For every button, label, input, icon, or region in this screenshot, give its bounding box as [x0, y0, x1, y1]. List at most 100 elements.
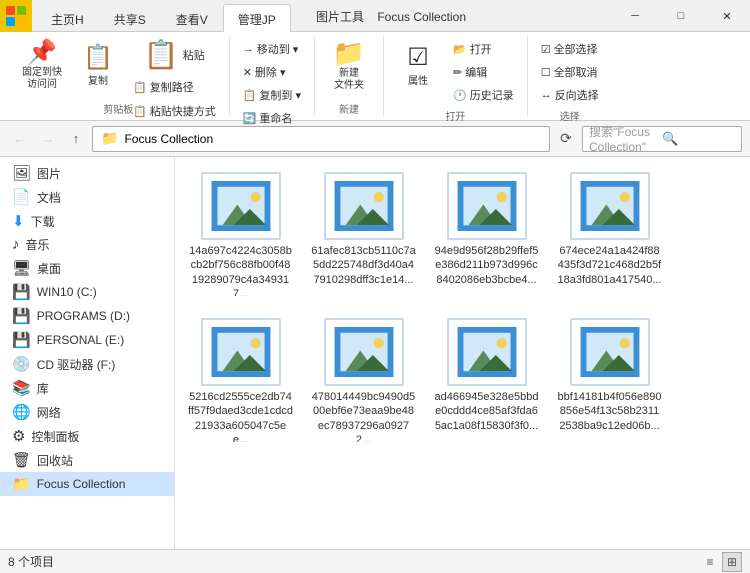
organize-col1: → 移动到 ▾ ✕ 删除 ▾ 📋 复制到 ▾ 🔄 重命名	[238, 36, 306, 129]
file-item-file7[interactable]: ad466945e328e5bbde0cddd4ce85af3fda65ac1a…	[429, 311, 544, 449]
tab-share[interactable]: 共享S	[99, 4, 161, 32]
open-file-button[interactable]: 📂 打开	[448, 38, 519, 60]
sidebar-item-controlpanel[interactable]: ⚙ 控制面板	[0, 424, 174, 448]
up-button[interactable]: ↑	[64, 127, 88, 151]
file-icon-file4	[570, 172, 650, 240]
pin-label: 固定到快访问问	[22, 67, 62, 91]
back-button[interactable]: ←	[8, 127, 32, 151]
file-item-file4[interactable]: 674ece24a1a424f88435f3d721c468d2b5f18a3f…	[552, 165, 667, 303]
path-folder-icon: 📁	[101, 130, 118, 147]
organize-group: → 移动到 ▾ ✕ 删除 ▾ 📋 复制到 ▾ 🔄 重命名	[230, 36, 315, 116]
sidebar-item-c[interactable]: 💾 WIN10 (C:)	[0, 280, 174, 304]
edit-button[interactable]: ✏ 编辑	[448, 61, 519, 83]
file-name-file3: 94e9d956f28b29ffef5e386d211b973d996c8402…	[434, 244, 539, 287]
control-icon: ⚙	[12, 427, 25, 445]
move-icon: →	[243, 43, 254, 55]
sidebar-item-e[interactable]: 💾 PERSONAL (E:)	[0, 328, 174, 352]
new-label: 新建	[339, 99, 359, 116]
select-col: ☑ 全部选择 ☐ 全部取消 ↔ 反向选择	[536, 36, 604, 106]
sidebar-label-music: 音乐	[26, 236, 50, 253]
sidebar-item-downloads[interactable]: ⬇ 下载	[0, 209, 174, 233]
paste-icon: 📋	[144, 41, 179, 69]
address-bar: ← → ↑ 📁 Focus Collection ⟳ 搜索"Focus Coll…	[0, 121, 750, 157]
history-button[interactable]: 🕐 历史记录	[448, 84, 519, 106]
sidebar-label-focus: Focus Collection	[37, 477, 126, 491]
new-folder-icon: 📁	[333, 40, 365, 66]
open-label: 打开	[445, 106, 465, 123]
tab-manage[interactable]: 管理JP	[223, 4, 291, 32]
paste-shortcut-label: 粘贴快捷方式	[150, 103, 216, 119]
file-item-file6[interactable]: 478014449bc9490d500ebf6e73eaa9be48ec7893…	[306, 311, 421, 449]
sidebar-item-pictures[interactable]: 🖼 图片	[0, 161, 174, 185]
file-item-file8[interactable]: bbf14181b4f056e890856e54f13c58b23112538b…	[552, 311, 667, 449]
sidebar-item-desktop[interactable]: 🖥 桌面	[0, 256, 174, 280]
sidebar-item-network[interactable]: 🌐 网络	[0, 400, 174, 424]
copy-path-button[interactable]: 📋 复制路径	[128, 76, 221, 98]
delete-icon: ✕	[243, 66, 252, 79]
file-icon-file6	[324, 318, 404, 386]
sidebar-item-docs[interactable]: 📄 文档	[0, 185, 174, 209]
sidebar-item-music[interactable]: ♪ 音乐	[0, 233, 174, 256]
network-icon: 🌐	[12, 403, 31, 421]
file-item-file2[interactable]: 61afec813cb5110c7a5dd225748df3d40a479102…	[306, 165, 421, 303]
select-group-content: ☑ 全部选择 ☐ 全部取消 ↔ 反向选择	[536, 36, 604, 106]
paste-shortcut-button[interactable]: 📋 粘贴快捷方式	[128, 100, 221, 122]
refresh-button[interactable]: ⟳	[554, 127, 578, 151]
copy-to-button[interactable]: 📋 复制到 ▾	[238, 84, 306, 106]
delete-button[interactable]: ✕ 删除 ▾	[238, 61, 306, 83]
sidebar-label-e: PERSONAL (E:)	[37, 333, 125, 347]
sidebar-item-f[interactable]: 💿 CD 驱动器 (F:)	[0, 352, 174, 376]
minimize-button[interactable]: ─	[612, 0, 658, 32]
new-group: 📁 新建文件夹 新建	[315, 36, 384, 116]
select-none-button[interactable]: ☐ 全部取消	[536, 61, 604, 83]
drive-c-icon: 💾	[12, 283, 31, 301]
open-file-label: 打开	[470, 41, 492, 57]
tab-view[interactable]: 查看V	[161, 4, 223, 32]
search-box[interactable]: 搜索"Focus Collection" 🔍	[582, 126, 742, 152]
copy-path-label: 复制路径	[150, 79, 194, 95]
file-item-file3[interactable]: 94e9d956f28b29ffef5e386d211b973d996c8402…	[429, 165, 544, 303]
music-icon: ♪	[12, 236, 20, 253]
new-folder-button[interactable]: 📁 新建文件夹	[323, 36, 375, 96]
file-item-file1[interactable]: 14a697c4224c3058bcb2bf756c88fb00f4819289…	[183, 165, 298, 303]
copy-path-icon: 📋	[133, 81, 147, 94]
select-all-button[interactable]: ☑ 全部选择	[536, 38, 604, 60]
file-icon-file8	[570, 318, 650, 386]
forward-button[interactable]: →	[36, 127, 60, 151]
clipboard-label: 剪贴板	[103, 99, 133, 116]
sidebar-item-focus[interactable]: 📁 Focus Collection	[0, 472, 174, 496]
details-view-button[interactable]: ≡	[700, 552, 720, 572]
paste-button[interactable]: 📋 粘贴	[128, 36, 221, 74]
address-path[interactable]: 📁 Focus Collection	[92, 126, 550, 152]
properties-button[interactable]: ☑ 属性	[392, 36, 444, 96]
invert-label: 反向选择	[555, 87, 599, 103]
title-bar: clipboard 主页H 共享S 查看V 管理JP 图片工具 Focus Co…	[0, 0, 750, 32]
tab-home[interactable]: clipboard 主页H	[36, 4, 99, 32]
file-item-file5[interactable]: 5216cd2555ce2db74ff57f9daed3cde1cdcd2193…	[183, 311, 298, 449]
edit-icon: ✏	[453, 66, 462, 79]
clipboard-group: 📌 固定到快访问问 📋 复制 📋 粘贴 📋 复制路径	[8, 36, 230, 116]
sidebar-item-library[interactable]: 📚 库	[0, 376, 174, 400]
file-name-file8: bbf14181b4f056e890856e54f13c58b23112538b…	[557, 390, 662, 433]
file-name-file1: 14a697c4224c3058bcb2bf756c88fb00f4819289…	[188, 244, 293, 296]
select-all-label: 全部选择	[554, 41, 598, 57]
sidebar-label-recycle: 回收站	[37, 452, 73, 469]
copy-label: 复制	[88, 72, 108, 87]
window-controls: ─ □ ✕	[612, 0, 750, 32]
sidebar-item-d[interactable]: 💾 PROGRAMS (D:)	[0, 304, 174, 328]
file-name-file7: ad466945e328e5bbde0cddd4ce85af3fda65ac1a…	[434, 390, 539, 433]
open-file-icon: 📂	[453, 43, 467, 56]
move-label: 移动到 ▾	[257, 41, 299, 57]
close-button[interactable]: ✕	[704, 0, 750, 32]
copy-button[interactable]: 📋 复制	[72, 36, 124, 96]
maximize-button[interactable]: □	[658, 0, 704, 32]
open-group: ☑ 属性 📂 打开 ✏ 编辑 🕐 历史记录	[384, 36, 528, 116]
search-placeholder: 搜索"Focus Collection"	[589, 123, 662, 154]
sidebar-item-recycle[interactable]: 🗑 回收站	[0, 448, 174, 472]
pin-button[interactable]: 📌 固定到快访问问	[16, 36, 68, 96]
invert-select-button[interactable]: ↔ 反向选择	[536, 84, 604, 106]
move-to-button[interactable]: → 移动到 ▾	[238, 38, 306, 60]
file-icon-file1	[201, 172, 281, 240]
grid-view-button[interactable]: ⊞	[722, 552, 742, 572]
pictures-icon: 🖼	[12, 164, 31, 182]
